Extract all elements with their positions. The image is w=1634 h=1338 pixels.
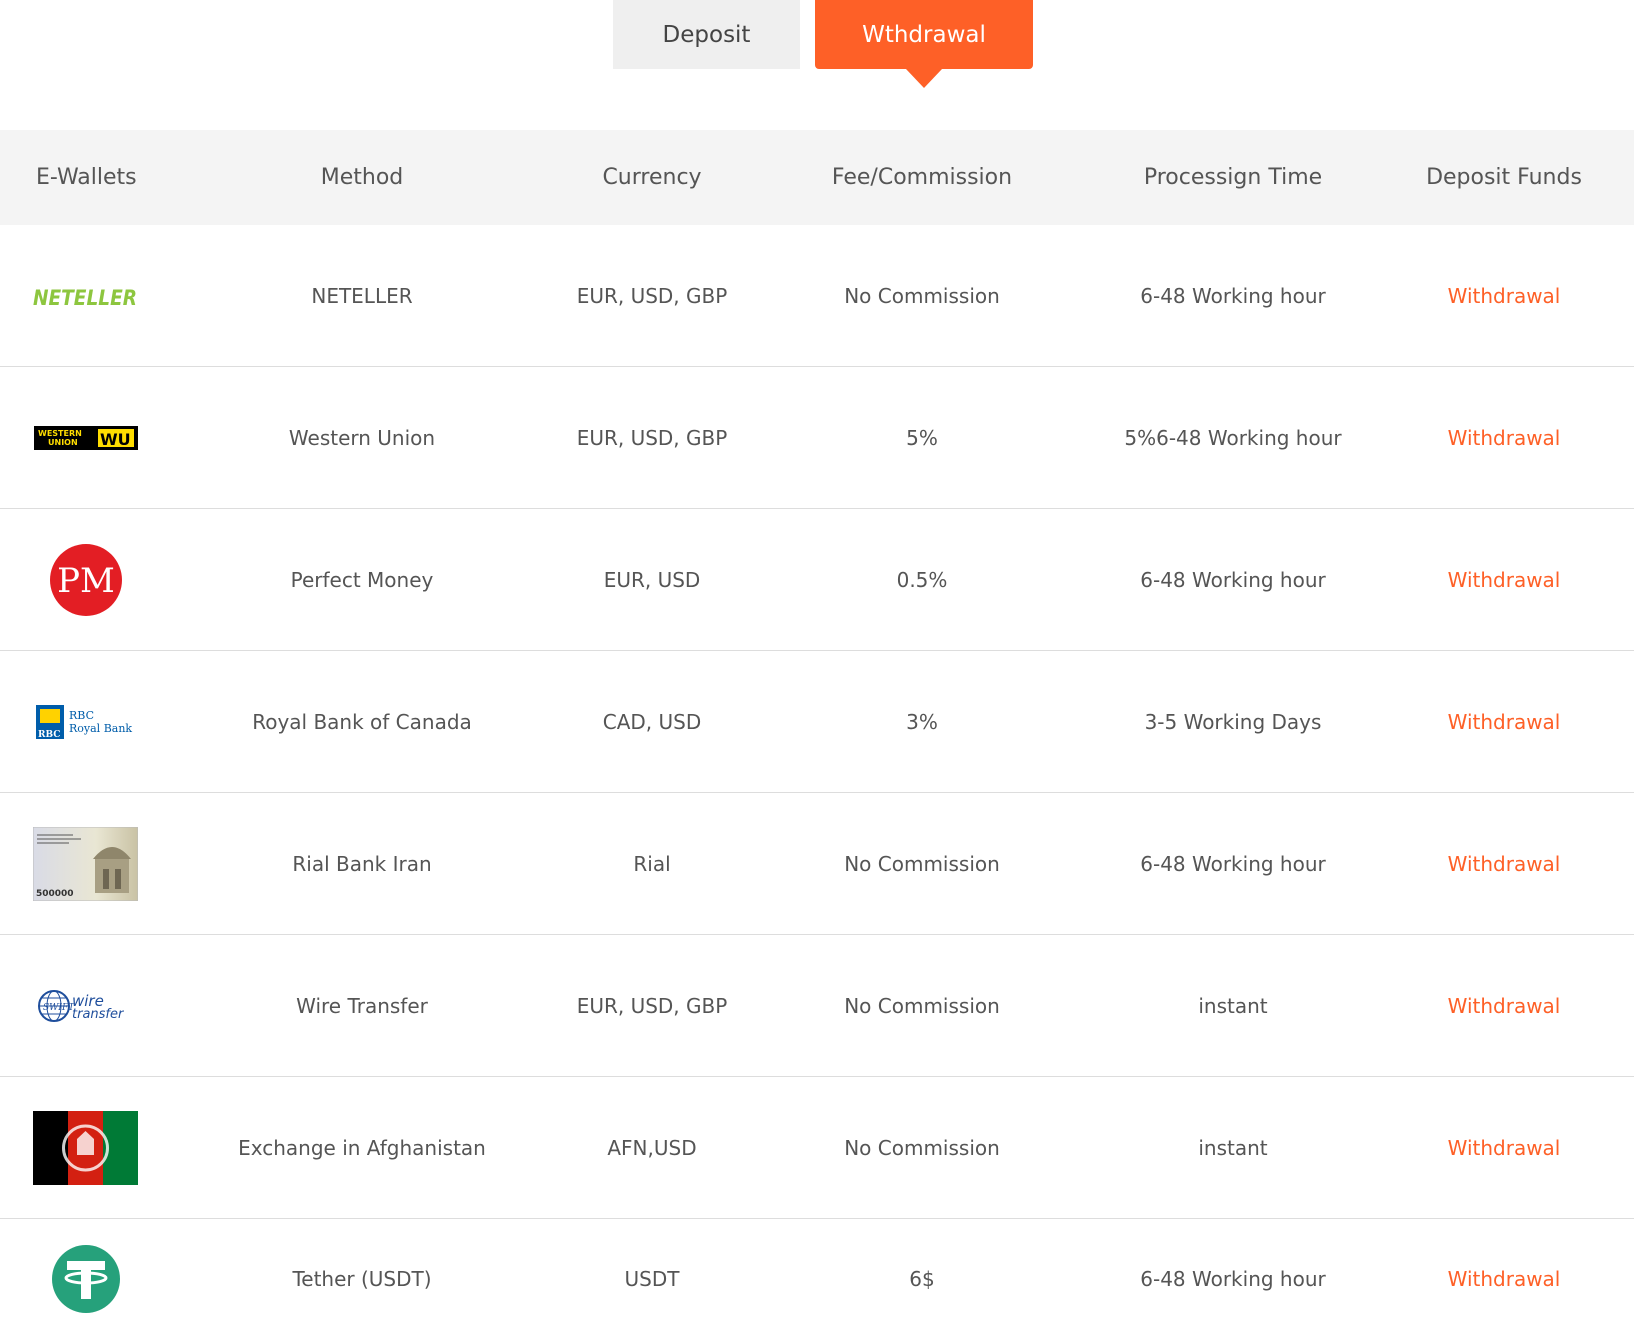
currency: EUR, USD, GBP bbox=[576, 993, 728, 1018]
header-deposit-funds: Deposit Funds bbox=[1426, 165, 1582, 190]
processing-time: 6-48 Working hour bbox=[1140, 1267, 1326, 1291]
logo-cell: RBC RBC Royal Bank bbox=[0, 684, 172, 760]
processing-time: 5%6-48 Working hour bbox=[1124, 425, 1342, 450]
logo-cell: 500000 bbox=[0, 826, 172, 902]
method-name: Exchange in Afghanistan bbox=[238, 1135, 486, 1160]
method-name: Western Union bbox=[288, 425, 436, 450]
swift-wire-logo: SWIFT wire transfer bbox=[33, 968, 138, 1044]
table-row: Tether (USDT) USDT 6$ 6-48 Working hour … bbox=[0, 1219, 1634, 1338]
processing-time: instant bbox=[1198, 1135, 1268, 1160]
method-name: Rial Bank Iran bbox=[292, 851, 432, 876]
withdrawal-link[interactable]: Withdrawal bbox=[1374, 568, 1634, 592]
processing-time: 3-5 Working Days bbox=[1144, 709, 1322, 734]
logo-cell bbox=[0, 1241, 172, 1317]
fee: No Commission bbox=[844, 851, 1000, 876]
logo-cell: PM bbox=[0, 542, 172, 618]
withdrawal-link[interactable]: Withdrawal bbox=[1374, 1136, 1634, 1160]
perfect-money-logo: PM bbox=[33, 542, 138, 618]
tether-logo bbox=[33, 1241, 138, 1317]
table-row: Exchange in Afghanistan AFN,USD No Commi… bbox=[0, 1077, 1634, 1219]
svg-text:RBC: RBC bbox=[38, 730, 60, 740]
fee: No Commission bbox=[844, 993, 1000, 1018]
withdrawal-link[interactable]: Withdrawal bbox=[1374, 852, 1634, 876]
method-name: Royal Bank of Canada bbox=[252, 709, 472, 734]
withdrawal-link-label[interactable]: Withdrawal bbox=[1448, 426, 1561, 450]
table-header: E-Wallets Method Currency Fee/Commission… bbox=[0, 130, 1634, 225]
payment-tabs: Deposit Wthdrawal bbox=[0, 0, 1634, 100]
table-row: NETELLER NETELLER EUR, USD, GBP No Commi… bbox=[0, 225, 1634, 367]
tab-withdrawal[interactable]: Wthdrawal bbox=[815, 0, 1033, 69]
svg-text:500000: 500000 bbox=[36, 889, 74, 899]
neteller-logo: NETELLER bbox=[33, 258, 138, 334]
payment-methods-table: E-Wallets Method Currency Fee/Commission… bbox=[0, 130, 1634, 1338]
currency: CAD, USD bbox=[602, 709, 702, 734]
rbc-logo: RBC RBC Royal Bank bbox=[33, 684, 138, 760]
withdrawal-link-label[interactable]: Withdrawal bbox=[1448, 994, 1561, 1018]
table-row: 500000 Rial Bank Iran Rial No Commission… bbox=[0, 793, 1634, 935]
method-name: Perfect Money bbox=[290, 567, 434, 592]
withdrawal-link-label[interactable]: Withdrawal bbox=[1448, 710, 1561, 734]
withdrawal-link[interactable]: Withdrawal bbox=[1374, 1267, 1634, 1291]
fee: No Commission bbox=[844, 283, 1000, 308]
processing-time: 6-48 Working hour bbox=[1140, 851, 1326, 876]
fee: No Commission bbox=[844, 1135, 1000, 1160]
table-row: SWIFT wire transfer Wire Transfer EUR, U… bbox=[0, 935, 1634, 1077]
fee: 3% bbox=[906, 709, 938, 734]
currency: Rial bbox=[633, 851, 671, 876]
processing-time: 6-48 Working hour bbox=[1140, 283, 1326, 308]
svg-text:transfer: transfer bbox=[72, 1007, 125, 1022]
logo-cell: SWIFT wire transfer bbox=[0, 968, 172, 1044]
withdrawal-link-label[interactable]: Withdrawal bbox=[1448, 568, 1561, 592]
currency: AFN,USD bbox=[607, 1135, 697, 1160]
svg-text:WESTERN: WESTERN bbox=[38, 429, 82, 438]
fee: 0.5% bbox=[896, 567, 948, 592]
method-name: Tether (USDT) bbox=[292, 1267, 432, 1291]
withdrawal-link[interactable]: Withdrawal bbox=[1374, 284, 1634, 308]
active-tab-indicator bbox=[906, 69, 942, 88]
currency: USDT bbox=[624, 1267, 680, 1291]
withdrawal-link[interactable]: Withdrawal bbox=[1374, 994, 1634, 1018]
svg-text:SWIFT: SWIFT bbox=[43, 1003, 75, 1013]
currency: EUR, USD, GBP bbox=[576, 283, 728, 308]
table-row: PM Perfect Money EUR, USD 0.5% 6-48 Work… bbox=[0, 509, 1634, 651]
header-currency: Currency bbox=[602, 165, 702, 190]
fee: 6$ bbox=[909, 1267, 935, 1291]
header-fee: Fee/Commission bbox=[831, 165, 1013, 190]
svg-text:NETELLER: NETELLER bbox=[33, 286, 137, 310]
tab-deposit[interactable]: Deposit bbox=[613, 0, 800, 69]
svg-text:UNION: UNION bbox=[48, 438, 78, 447]
afghanistan-flag-image bbox=[33, 1110, 138, 1186]
fee: 5% bbox=[906, 425, 938, 450]
svg-text:Royal Bank: Royal Bank bbox=[69, 722, 132, 735]
svg-text:RBC: RBC bbox=[69, 709, 94, 722]
withdrawal-link-label[interactable]: Withdrawal bbox=[1448, 852, 1561, 876]
currency: EUR, USD bbox=[603, 567, 701, 592]
svg-text:PM: PM bbox=[57, 561, 115, 601]
currency: EUR, USD, GBP bbox=[576, 425, 728, 450]
withdrawal-link-label[interactable]: Withdrawal bbox=[1448, 1136, 1561, 1160]
header-ewallets: E-Wallets bbox=[36, 165, 137, 190]
processing-time: 6-48 Working hour bbox=[1140, 567, 1326, 592]
method-name: NETELLER bbox=[311, 283, 413, 308]
logo-cell: NETELLER bbox=[0, 258, 172, 334]
withdrawal-link-label[interactable]: Withdrawal bbox=[1448, 1267, 1561, 1291]
rial-banknote-image: 500000 bbox=[33, 826, 138, 902]
withdrawal-link[interactable]: Withdrawal bbox=[1374, 426, 1634, 450]
table-row: RBC RBC Royal Bank Royal Bank of Canada … bbox=[0, 651, 1634, 793]
withdrawal-link-label[interactable]: Withdrawal bbox=[1448, 284, 1561, 308]
header-method: Method bbox=[320, 165, 404, 190]
table-row: WESTERN UNION WU Western Union EUR, USD,… bbox=[0, 367, 1634, 509]
withdrawal-link[interactable]: Withdrawal bbox=[1374, 710, 1634, 734]
logo-cell: WESTERN UNION WU bbox=[0, 400, 172, 476]
header-processing-time: Processign Time bbox=[1143, 165, 1323, 190]
svg-text:WU: WU bbox=[100, 430, 131, 449]
method-name: Wire Transfer bbox=[296, 993, 428, 1018]
logo-cell bbox=[0, 1110, 172, 1186]
processing-time: instant bbox=[1198, 993, 1268, 1018]
western-union-logo: WESTERN UNION WU bbox=[33, 400, 138, 476]
